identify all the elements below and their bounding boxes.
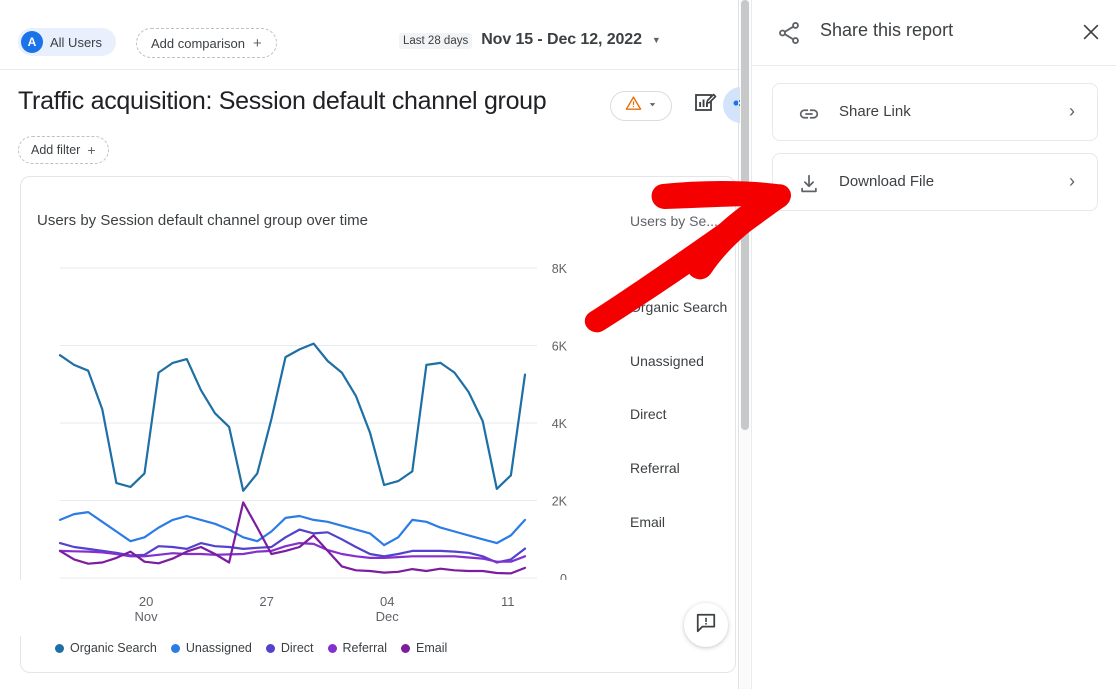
channel-label-email: Email bbox=[630, 514, 665, 530]
edit-chart-icon-button[interactable] bbox=[690, 90, 720, 120]
svg-text:11: 11 bbox=[501, 594, 515, 609]
legend-label: Organic Search bbox=[70, 641, 157, 655]
close-icon[interactable] bbox=[1077, 18, 1105, 46]
time-series-line-chart[interactable]: 02K4K6K8K 20Nov2704Dec11 bbox=[20, 176, 620, 636]
data-warning-chip[interactable] bbox=[610, 91, 672, 121]
chevron-down-icon: ▼ bbox=[652, 35, 661, 45]
legend-item[interactable]: Direct bbox=[266, 641, 314, 655]
chevron-down-icon bbox=[647, 97, 658, 115]
legend-label: Unassigned bbox=[186, 641, 252, 655]
legend-color-dot bbox=[328, 644, 337, 653]
comparison-bar: A All Users Add comparison + Last 28 day… bbox=[0, 0, 740, 70]
svg-text:04: 04 bbox=[380, 594, 394, 609]
add-comparison-button[interactable]: Add comparison + bbox=[136, 28, 277, 58]
edit-chart-icon bbox=[693, 91, 717, 120]
chart-gridlines bbox=[60, 268, 537, 578]
share-link-label: Share Link bbox=[839, 103, 911, 120]
series-line bbox=[60, 530, 525, 563]
svg-text:8K: 8K bbox=[552, 262, 568, 276]
plus-icon: + bbox=[253, 36, 262, 51]
svg-text:2K: 2K bbox=[552, 495, 568, 509]
page-title: Traffic acquisition: Session default cha… bbox=[18, 87, 546, 116]
legend-item[interactable]: Email bbox=[401, 641, 447, 655]
share-report-panel: Share this report Share Link › Download … bbox=[751, 0, 1116, 689]
legend-color-dot bbox=[55, 644, 64, 653]
legend-item[interactable]: Referral bbox=[328, 641, 387, 655]
legend-label: Email bbox=[416, 641, 447, 655]
share-link-option[interactable]: Share Link › bbox=[772, 83, 1098, 141]
share-panel-title: Share this report bbox=[820, 20, 953, 41]
plus-icon: + bbox=[87, 143, 95, 157]
svg-text:Dec: Dec bbox=[376, 609, 400, 624]
svg-text:20: 20 bbox=[139, 594, 153, 609]
download-icon bbox=[798, 173, 820, 200]
report-main-area: A All Users Add comparison + Last 28 day… bbox=[0, 0, 740, 689]
audience-avatar: A bbox=[21, 31, 43, 53]
chevron-right-icon: › bbox=[1069, 101, 1075, 122]
chart-legend: Organic Search Unassigned Direct Referral Em… bbox=[55, 641, 447, 655]
channel-label-unassigned: Unassigned bbox=[630, 353, 704, 369]
panel-divider bbox=[738, 0, 739, 689]
chart-series-lines bbox=[60, 344, 525, 574]
svg-text:6K: 6K bbox=[552, 340, 568, 354]
download-file-option[interactable]: Download File › bbox=[772, 153, 1098, 211]
legend-color-dot bbox=[401, 644, 410, 653]
date-range-selector[interactable]: Last 28 days Nov 15 - Dec 12, 2022 ▼ bbox=[399, 31, 661, 49]
legend-label: Referral bbox=[343, 641, 387, 655]
legend-color-dot bbox=[171, 644, 180, 653]
main-scrollbar-thumb[interactable] bbox=[741, 0, 749, 430]
svg-text:27: 27 bbox=[259, 594, 273, 609]
series-line bbox=[60, 502, 525, 573]
series-line bbox=[60, 512, 525, 545]
add-comparison-label: Add comparison bbox=[151, 36, 245, 51]
legend-item[interactable]: Unassigned bbox=[171, 641, 252, 655]
audience-all-users-chip[interactable]: A All Users bbox=[18, 28, 116, 56]
download-file-label: Download File bbox=[839, 173, 934, 190]
chevron-right-icon: › bbox=[1069, 171, 1075, 192]
link-icon bbox=[798, 103, 820, 130]
legend-color-dot bbox=[266, 644, 275, 653]
channel-label-referral: Referral bbox=[630, 460, 680, 476]
share-icon bbox=[776, 20, 802, 51]
feedback-button[interactable] bbox=[684, 603, 728, 647]
add-filter-label: Add filter bbox=[31, 143, 80, 157]
svg-text:Nov: Nov bbox=[135, 609, 159, 624]
date-range-label: Nov 15 - Dec 12, 2022 bbox=[481, 31, 642, 49]
date-preset-chip: Last 28 days bbox=[399, 33, 472, 49]
warning-triangle-icon bbox=[625, 95, 642, 117]
legend-label: Direct bbox=[281, 641, 314, 655]
chart-y-axis-labels: 02K4K6K8K bbox=[552, 262, 568, 586]
svg-text:4K: 4K bbox=[552, 417, 568, 431]
feedback-icon bbox=[695, 612, 717, 639]
right-chart-title: Users by Se... bbox=[630, 213, 718, 229]
channel-label-direct: Direct bbox=[630, 406, 667, 422]
audience-label: All Users bbox=[50, 35, 102, 50]
legend-item[interactable]: Organic Search bbox=[55, 641, 157, 655]
series-line bbox=[60, 344, 525, 491]
channel-label-organic-search: Organic Search bbox=[630, 299, 727, 315]
add-filter-button[interactable]: Add filter + bbox=[18, 136, 109, 164]
